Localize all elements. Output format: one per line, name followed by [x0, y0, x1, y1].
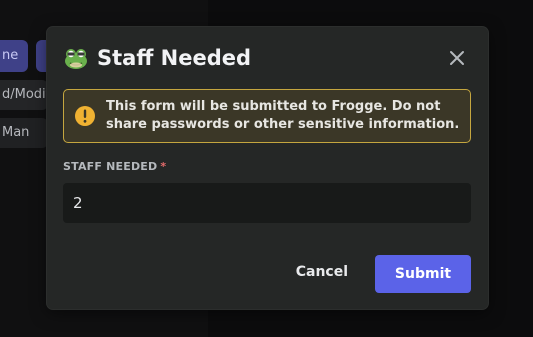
submit-button[interactable]: Submit — [375, 255, 471, 293]
warning-text: This form will be submitted to Frogge. D… — [106, 99, 460, 132]
modal-header: Staff Needed — [47, 27, 488, 89]
field-label-text: STAFF NEEDED — [63, 160, 158, 173]
frog-icon — [65, 49, 87, 69]
required-marker: * — [160, 160, 167, 173]
background-row-2: Man — [0, 118, 48, 148]
staff-needed-input[interactable] — [63, 183, 471, 223]
background-row: d/Modif — [0, 80, 48, 110]
modal-title: Staff Needed — [97, 46, 252, 70]
close-button[interactable] — [446, 47, 468, 69]
cancel-button[interactable]: Cancel — [284, 254, 360, 290]
warning-notice: This form will be submitted to Frogge. D… — [63, 89, 471, 143]
modal-footer: Cancel Submit — [47, 239, 488, 309]
background-button: ne — [0, 40, 28, 72]
warning-icon — [75, 106, 95, 126]
field-label: STAFF NEEDED * — [63, 160, 166, 173]
close-icon — [450, 51, 464, 65]
modal-dialog: Staff Needed This form will be submitted… — [47, 27, 488, 309]
